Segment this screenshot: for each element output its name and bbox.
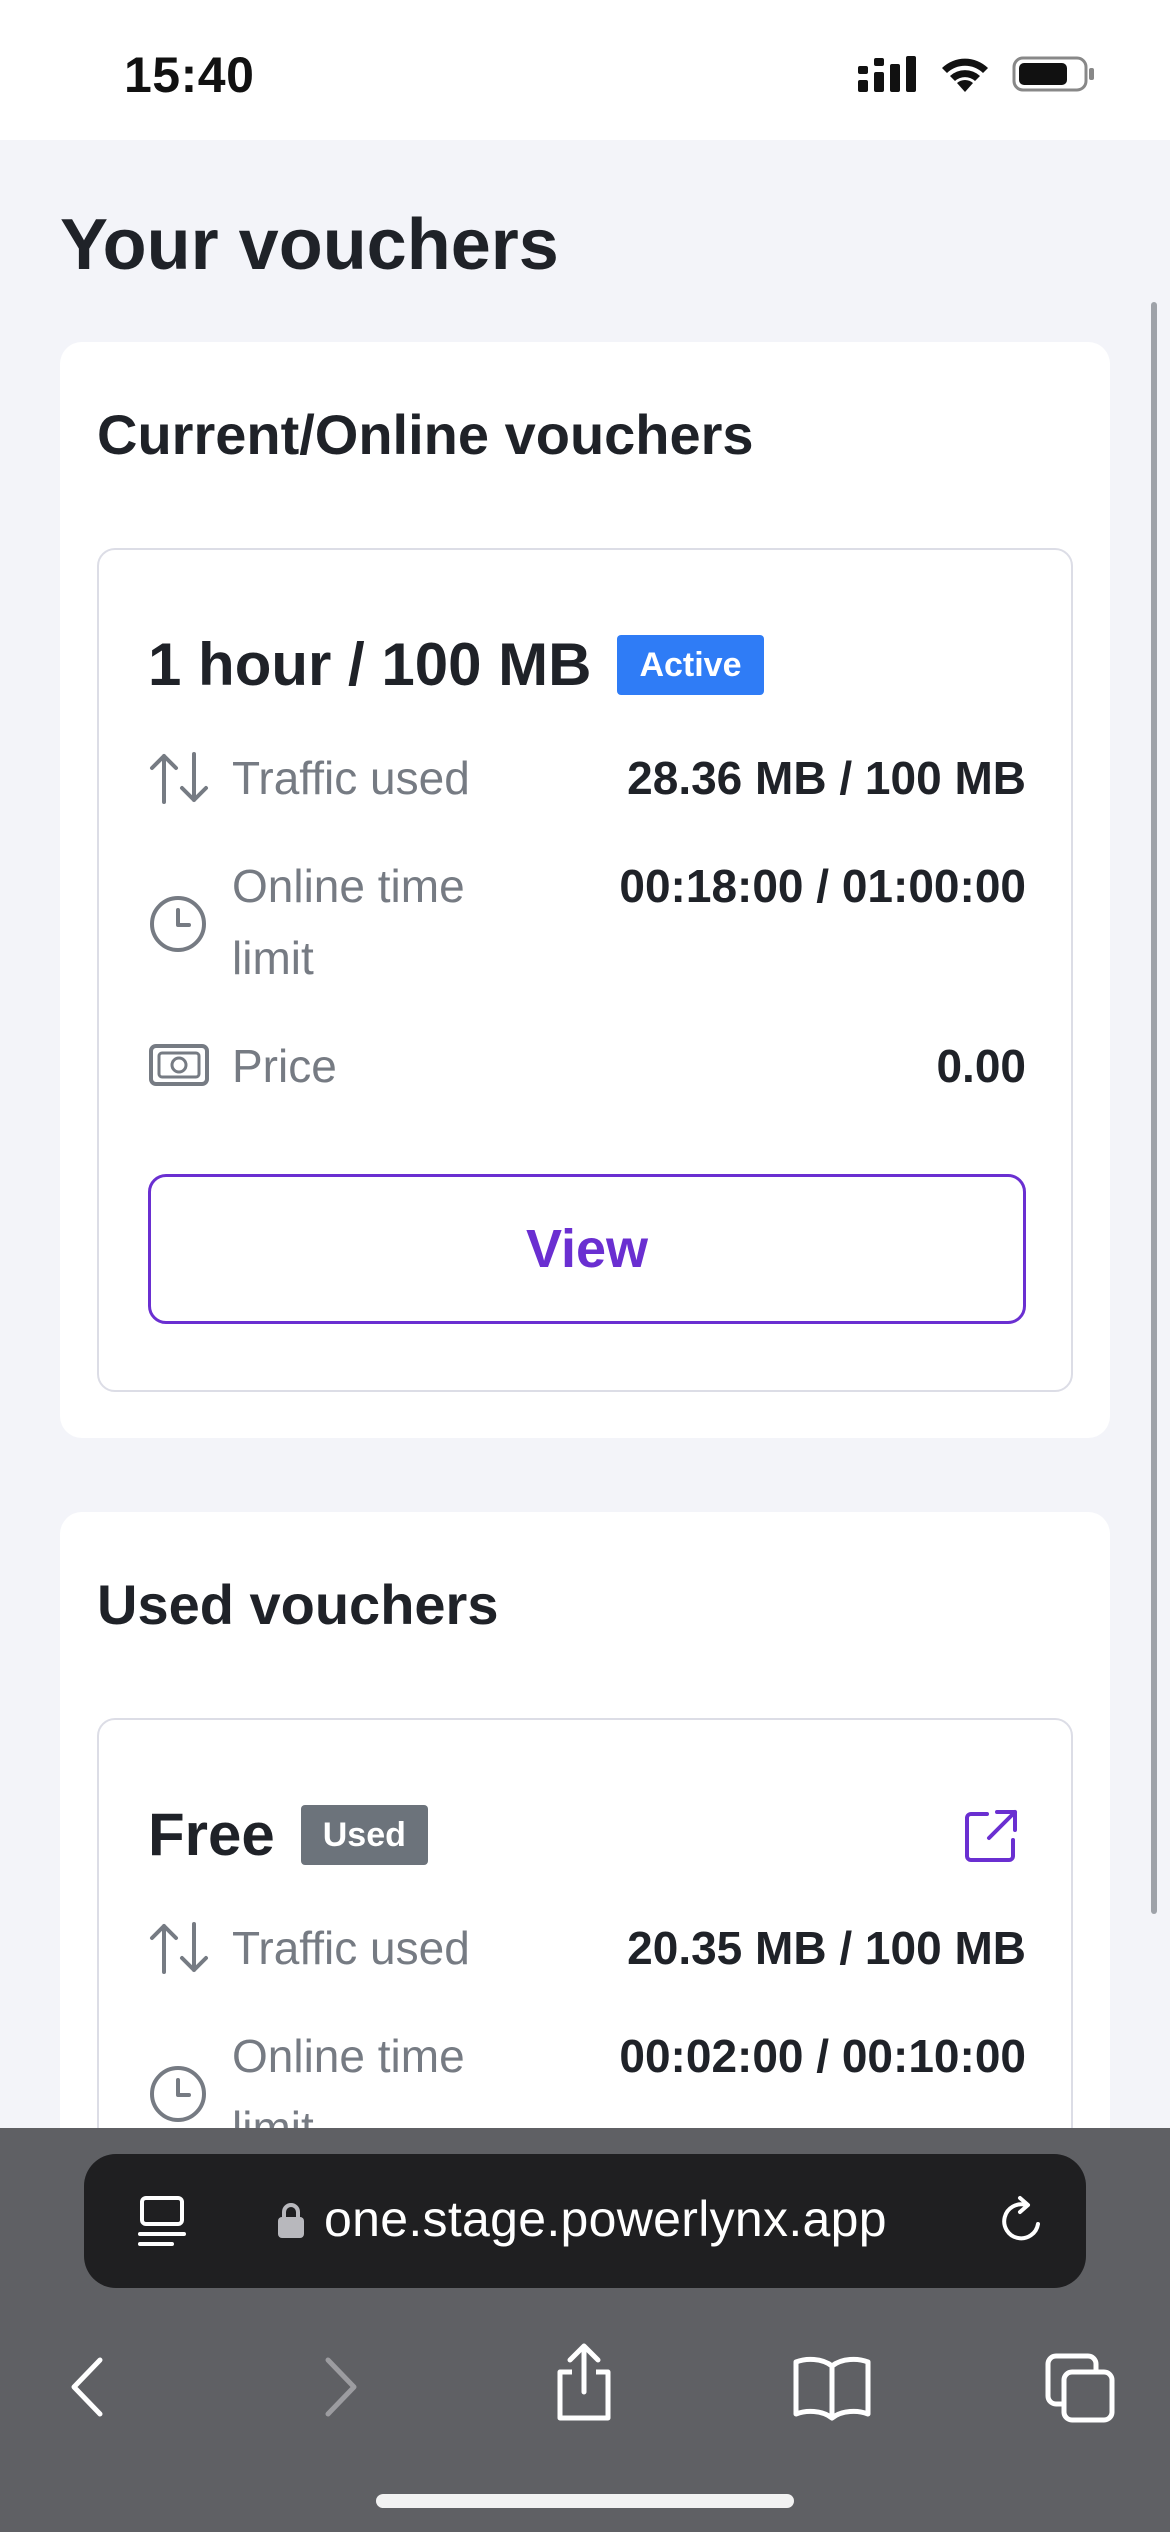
status-badge: Active <box>617 634 764 695</box>
cash-icon <box>149 1044 209 1086</box>
status-bar: 15:40 <box>0 0 1170 140</box>
row-label: Price <box>232 1040 337 1092</box>
scrollbar[interactable] <box>1151 302 1157 1914</box>
lock-icon <box>278 2203 304 2238</box>
forward-icon[interactable] <box>316 2352 364 2422</box>
row-label: Online time limit <box>232 860 465 984</box>
wifi-icon <box>942 58 988 92</box>
current-vouchers-card: Current/Online vouchers 1 hour / 100 MB … <box>60 342 1110 1438</box>
voucher-header: Free Used <box>148 1800 428 1869</box>
arrows-up-down-icon <box>150 752 208 804</box>
url-text: one.stage.powerlynx.app <box>324 2191 887 2247</box>
voucher-name: Free <box>148 1801 275 1868</box>
arrows-up-down-icon <box>150 1922 208 1974</box>
voucher-header: 1 hour / 100 MB Active <box>148 630 764 699</box>
voucher-card: 1 hour / 100 MB Active Traffic used 28.3… <box>97 548 1073 1392</box>
reader-mode-icon[interactable] <box>136 2194 188 2248</box>
page-title: Your vouchers <box>60 205 559 285</box>
row-label: Traffic used <box>232 752 470 804</box>
home-indicator <box>376 2494 794 2508</box>
cellular-signal-icon <box>858 56 916 92</box>
view-button[interactable]: View <box>148 1174 1026 1324</box>
external-link-icon[interactable] <box>961 1806 1021 1866</box>
row-value: 0.00 <box>936 1040 1026 1092</box>
reload-icon[interactable] <box>994 2194 1048 2248</box>
online-time-row: Online time limit 00:18:00 / 01:00:00 <box>148 850 1026 994</box>
section-title: Used vouchers <box>97 1573 499 1636</box>
tabs-icon[interactable] <box>1044 2352 1118 2426</box>
status-time: 15:40 <box>124 47 255 103</box>
price-row: Price 0.00 <box>148 1030 1026 1102</box>
browser-nav <box>0 2322 1170 2462</box>
row-value: 20.35 MB / 100 MB <box>627 1922 1026 1974</box>
back-icon[interactable] <box>64 2352 112 2422</box>
clock-icon <box>150 896 206 952</box>
section-title: Current/Online vouchers <box>97 403 754 466</box>
row-value: 00:02:00 / 00:10:00 <box>619 2030 1026 2082</box>
traffic-row: Traffic used 20.35 MB / 100 MB <box>148 1912 1026 1984</box>
share-icon[interactable] <box>548 2342 620 2422</box>
clock-icon <box>150 2066 206 2122</box>
used-vouchers-card: Used vouchers Free Used Traffic used 20.… <box>60 1512 1110 2418</box>
row-value: 28.36 MB / 100 MB <box>627 752 1026 804</box>
voucher-name: 1 hour / 100 MB <box>148 631 592 698</box>
row-label: Traffic used <box>232 1922 470 1974</box>
row-value: 00:18:00 / 01:00:00 <box>619 860 1026 912</box>
bookmarks-icon[interactable] <box>792 2352 872 2422</box>
address-bar[interactable]: one.stage.powerlynx.app <box>84 2154 1086 2288</box>
traffic-row: Traffic used 28.36 MB / 100 MB <box>148 742 1026 814</box>
battery-icon <box>1012 56 1094 92</box>
browser-toolbar: one.stage.powerlynx.app <box>0 2128 1170 2532</box>
status-icons <box>858 54 1096 94</box>
status-badge: Used <box>300 1804 428 1865</box>
